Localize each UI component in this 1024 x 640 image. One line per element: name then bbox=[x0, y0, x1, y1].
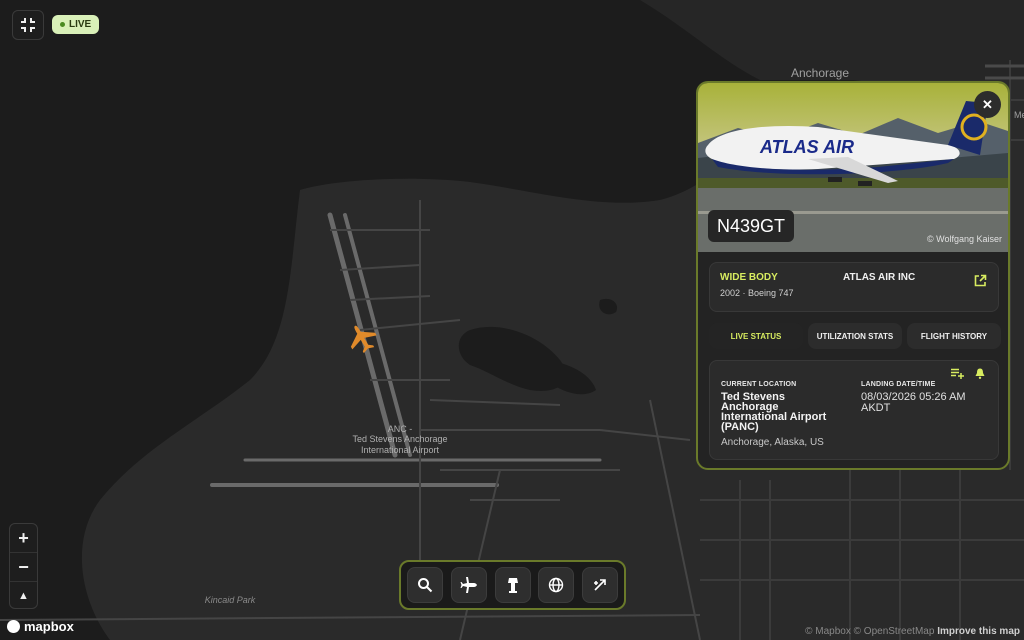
airport-button[interactable] bbox=[494, 567, 531, 603]
improve-map-link[interactable]: Improve this map bbox=[937, 626, 1020, 637]
compass-icon: ▲ bbox=[18, 590, 29, 602]
live-label: LIVE bbox=[69, 19, 92, 30]
photo-credit: © Wolfgang Kaiser bbox=[926, 234, 1002, 244]
zoom-in-button[interactable]: + bbox=[10, 524, 37, 552]
registration-badge: N439GT bbox=[708, 210, 795, 242]
live-dot-icon bbox=[60, 22, 65, 27]
tab-flight-history[interactable]: FLIGHT HISTORY bbox=[907, 323, 1001, 349]
location-line-4: (PANC) bbox=[721, 421, 759, 433]
minus-icon: − bbox=[18, 556, 29, 577]
mapbox-logo[interactable]: mapbox bbox=[7, 619, 74, 634]
edge-label: Me bbox=[1014, 110, 1024, 120]
aircraft-details-card: ATLAS AIR ✕ N439GT © Wolfgang Kaiser WID… bbox=[696, 81, 1010, 470]
tab-utilization-stats[interactable]: UTILIZATION STATS bbox=[808, 323, 902, 349]
close-card-button[interactable]: ✕ bbox=[974, 91, 1001, 118]
landing-datetime-label: LANDING DATE/TIME bbox=[861, 381, 936, 388]
tab-live-status[interactable]: LIVE STATUS bbox=[709, 323, 803, 349]
live-badge: LIVE bbox=[52, 15, 100, 34]
tab-label: UTILIZATION STATS bbox=[816, 331, 894, 341]
compass-button[interactable]: ▲ bbox=[10, 582, 37, 610]
current-location-name: Ted Stevens Anchorage International Airp… bbox=[721, 392, 826, 433]
landing-line-2: AKDT bbox=[861, 402, 891, 414]
aircraft-info-box: WIDE BODY 2002 · Boeing 747 ATLAS AIR IN… bbox=[709, 262, 999, 312]
plus-icon: + bbox=[18, 527, 29, 548]
search-button[interactable] bbox=[407, 567, 443, 603]
map-attribution: © Mapbox © OpenStreetMap Improve this ma… bbox=[805, 626, 1020, 637]
notification-bell-icon[interactable] bbox=[975, 368, 985, 379]
aircraft-year-model: 2002 · Boeing 747 bbox=[720, 288, 794, 298]
zoom-out-button[interactable]: − bbox=[10, 553, 37, 581]
globe-button[interactable] bbox=[538, 567, 575, 603]
park-label: Kincaid Park bbox=[205, 595, 256, 605]
mapbox-logo-icon bbox=[7, 620, 20, 633]
zoom-controls: + − ▲ bbox=[9, 523, 38, 609]
live-status-panel: CURRENT LOCATION Ted Stevens Anchorage I… bbox=[709, 360, 999, 460]
airplane-icon bbox=[460, 577, 477, 593]
search-icon bbox=[418, 578, 433, 593]
attribution-mapbox-link[interactable]: © Mapbox bbox=[805, 626, 851, 637]
close-icon: ✕ bbox=[982, 96, 993, 112]
add-to-list-icon[interactable] bbox=[951, 368, 964, 379]
current-location-label: CURRENT LOCATION bbox=[721, 381, 797, 388]
tab-label: FLIGHT HISTORY bbox=[920, 331, 988, 341]
registration: N439GT bbox=[717, 215, 786, 236]
globe-icon bbox=[549, 577, 564, 593]
fullscreen-exit-icon bbox=[21, 18, 35, 32]
attribution-osm-link[interactable]: © OpenStreetMap bbox=[854, 626, 935, 637]
bottom-toolbar bbox=[399, 560, 626, 610]
aircraft-button[interactable] bbox=[450, 567, 487, 603]
airport-label-2: Ted Stevens Anchorage bbox=[352, 434, 447, 444]
fullscreen-exit-button[interactable] bbox=[12, 10, 44, 40]
card-tabs: LIVE STATUS UTILIZATION STATS FLIGHT HIS… bbox=[709, 323, 1001, 349]
tab-label: LIVE STATUS bbox=[730, 331, 782, 341]
aircraft-photo-livery: ATLAS AIR bbox=[759, 137, 854, 157]
airport-label-3: International Airport bbox=[361, 445, 440, 455]
landing-datetime-value: 08/03/2026 05:26 AM AKDT bbox=[861, 392, 966, 414]
aircraft-operator: ATLAS AIR INC bbox=[843, 272, 916, 283]
flight-route-icon bbox=[594, 579, 606, 591]
aircraft-category: WIDE BODY bbox=[720, 272, 778, 283]
city-label: Anchorage bbox=[791, 66, 849, 80]
mapbox-logo-label: mapbox bbox=[24, 619, 74, 634]
control-tower-icon bbox=[507, 578, 518, 593]
location-region: Anchorage, Alaska, US bbox=[721, 437, 824, 448]
external-link-icon[interactable] bbox=[974, 274, 987, 287]
flight-route-button[interactable] bbox=[582, 567, 618, 603]
airport-label-1: ANC - bbox=[388, 424, 413, 434]
